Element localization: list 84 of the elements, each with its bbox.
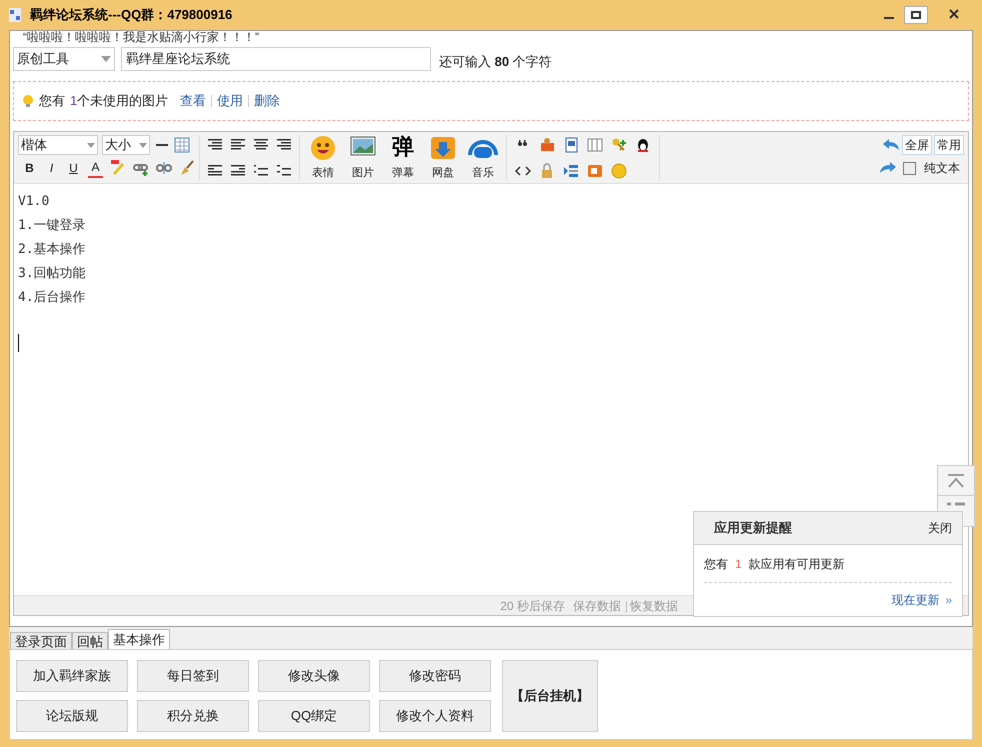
app-icon[interactable]	[8, 7, 22, 23]
notice-link[interactable]: 使用	[217, 91, 244, 111]
format-button[interactable]: B	[22, 159, 37, 177]
notice-link[interactable]: 删除	[254, 91, 280, 111]
numbered-list-icon[interactable]	[254, 164, 268, 176]
action-button[interactable]: 修改个人资料	[379, 700, 491, 732]
align-center-icon[interactable]	[254, 139, 268, 151]
action-button[interactable]: 【后台挂机】	[502, 660, 598, 732]
tab[interactable]: 回帖	[72, 632, 108, 649]
quote-text: “啦啦啦！啦啦啦！我是水贴滴小行家！！！”	[23, 31, 260, 43]
window-title: 羁绊论坛系统---QQ群：479800916	[30, 6, 232, 24]
category-select[interactable]: 原创工具	[13, 47, 115, 71]
popup-message: 款应用有可用更新	[748, 556, 845, 572]
justify-icon[interactable]	[277, 139, 291, 151]
editor-line: 3.回帖功能	[18, 265, 86, 283]
editor-line: 1.一键登录	[18, 217, 86, 235]
caret-icon[interactable]	[139, 142, 147, 148]
redo-icon[interactable]	[879, 160, 897, 176]
close-link[interactable]: 关闭	[928, 519, 952, 537]
maximize-button[interactable]	[904, 6, 928, 24]
align-left-icon[interactable]	[231, 139, 245, 151]
coin-icon[interactable]	[611, 162, 627, 178]
caret-icon[interactable]	[87, 142, 95, 148]
tab[interactable]: 基本操作	[108, 629, 170, 649]
plain-text-label: 纯文本	[924, 160, 960, 177]
lock-icon[interactable]	[539, 162, 555, 178]
float-left-icon[interactable]	[208, 164, 222, 176]
notice-text: 个未使用的图片	[77, 92, 168, 110]
unlink-icon[interactable]	[156, 160, 172, 176]
columns-icon[interactable]	[587, 137, 603, 153]
barrage-glyph[interactable]: 弹	[392, 135, 414, 159]
title-input[interactable]: 羁绊星座论坛系统	[121, 47, 431, 71]
brush-icon[interactable]	[179, 160, 195, 176]
action-button[interactable]: QQ绑定	[258, 700, 370, 732]
notice-count: 1	[70, 92, 78, 110]
separator-text: |	[624, 598, 628, 614]
action-button[interactable]: 加入羁绊家族	[16, 660, 128, 692]
lightbulb-icon[interactable]	[22, 94, 34, 108]
size-select[interactable]: 大小	[102, 135, 150, 155]
tab[interactable]: 登录页面	[10, 632, 72, 649]
plain-text-checkbox[interactable]	[903, 162, 916, 174]
image-icon[interactable]	[350, 135, 376, 157]
remaining-text: 还可输入 80 个字符	[439, 53, 552, 72]
document-icon[interactable]	[563, 137, 579, 153]
notice-link[interactable]: 查看	[180, 91, 206, 111]
format-button[interactable]: A	[88, 158, 103, 178]
autosave-text: 20 秒后保存	[500, 598, 565, 614]
collapse-icon[interactable]	[563, 162, 579, 178]
smiley-icon[interactable]	[310, 135, 336, 161]
popup-prefix: 您有	[704, 556, 728, 572]
undo-icon[interactable]	[882, 137, 900, 153]
table-icon[interactable]	[174, 137, 190, 153]
action-button[interactable]: 修改密码	[379, 660, 491, 692]
editor-line: V1.0	[18, 193, 50, 211]
media-label[interactable]: 弹幕	[392, 167, 414, 179]
action-button[interactable]: 每日签到	[137, 660, 249, 692]
caret-icon[interactable]	[101, 56, 111, 62]
scroll-top-icon	[947, 474, 965, 488]
toolbar-button[interactable]: 常用	[934, 135, 964, 155]
editor-line: 2.基本操作	[18, 241, 86, 259]
action-button[interactable]: 积分兑换	[137, 700, 249, 732]
toolbar-button[interactable]: 全屏	[902, 135, 932, 155]
key-icon[interactable]	[611, 137, 627, 153]
popup-count: 1	[735, 556, 742, 572]
media-label[interactable]: 网盘	[432, 167, 454, 179]
action-button[interactable]: 修改头像	[258, 660, 370, 692]
highlighter-icon[interactable]	[110, 160, 126, 176]
notice-prefix: 您有	[39, 92, 65, 110]
font-select[interactable]: 楷体	[18, 135, 98, 155]
bullet-list-icon[interactable]	[277, 164, 291, 176]
popup-title: 应用更新提醒	[714, 519, 792, 538]
penguin-icon[interactable]	[635, 137, 651, 153]
media-label[interactable]: 图片	[352, 167, 374, 179]
slideshow-icon[interactable]	[587, 162, 603, 178]
align-right-icon[interactable]	[208, 139, 222, 151]
folder-icon[interactable]	[430, 135, 456, 161]
scroll-top-button[interactable]	[937, 465, 975, 496]
format-button[interactable]: U	[66, 159, 81, 177]
editor-line: 4.后台操作	[18, 289, 86, 307]
float-right-icon[interactable]	[231, 164, 245, 176]
action-button[interactable]: 论坛版规	[16, 700, 128, 732]
format-button[interactable]: I	[44, 159, 59, 177]
media-label[interactable]: 表情	[312, 167, 334, 179]
media-label[interactable]: 音乐	[472, 167, 494, 179]
